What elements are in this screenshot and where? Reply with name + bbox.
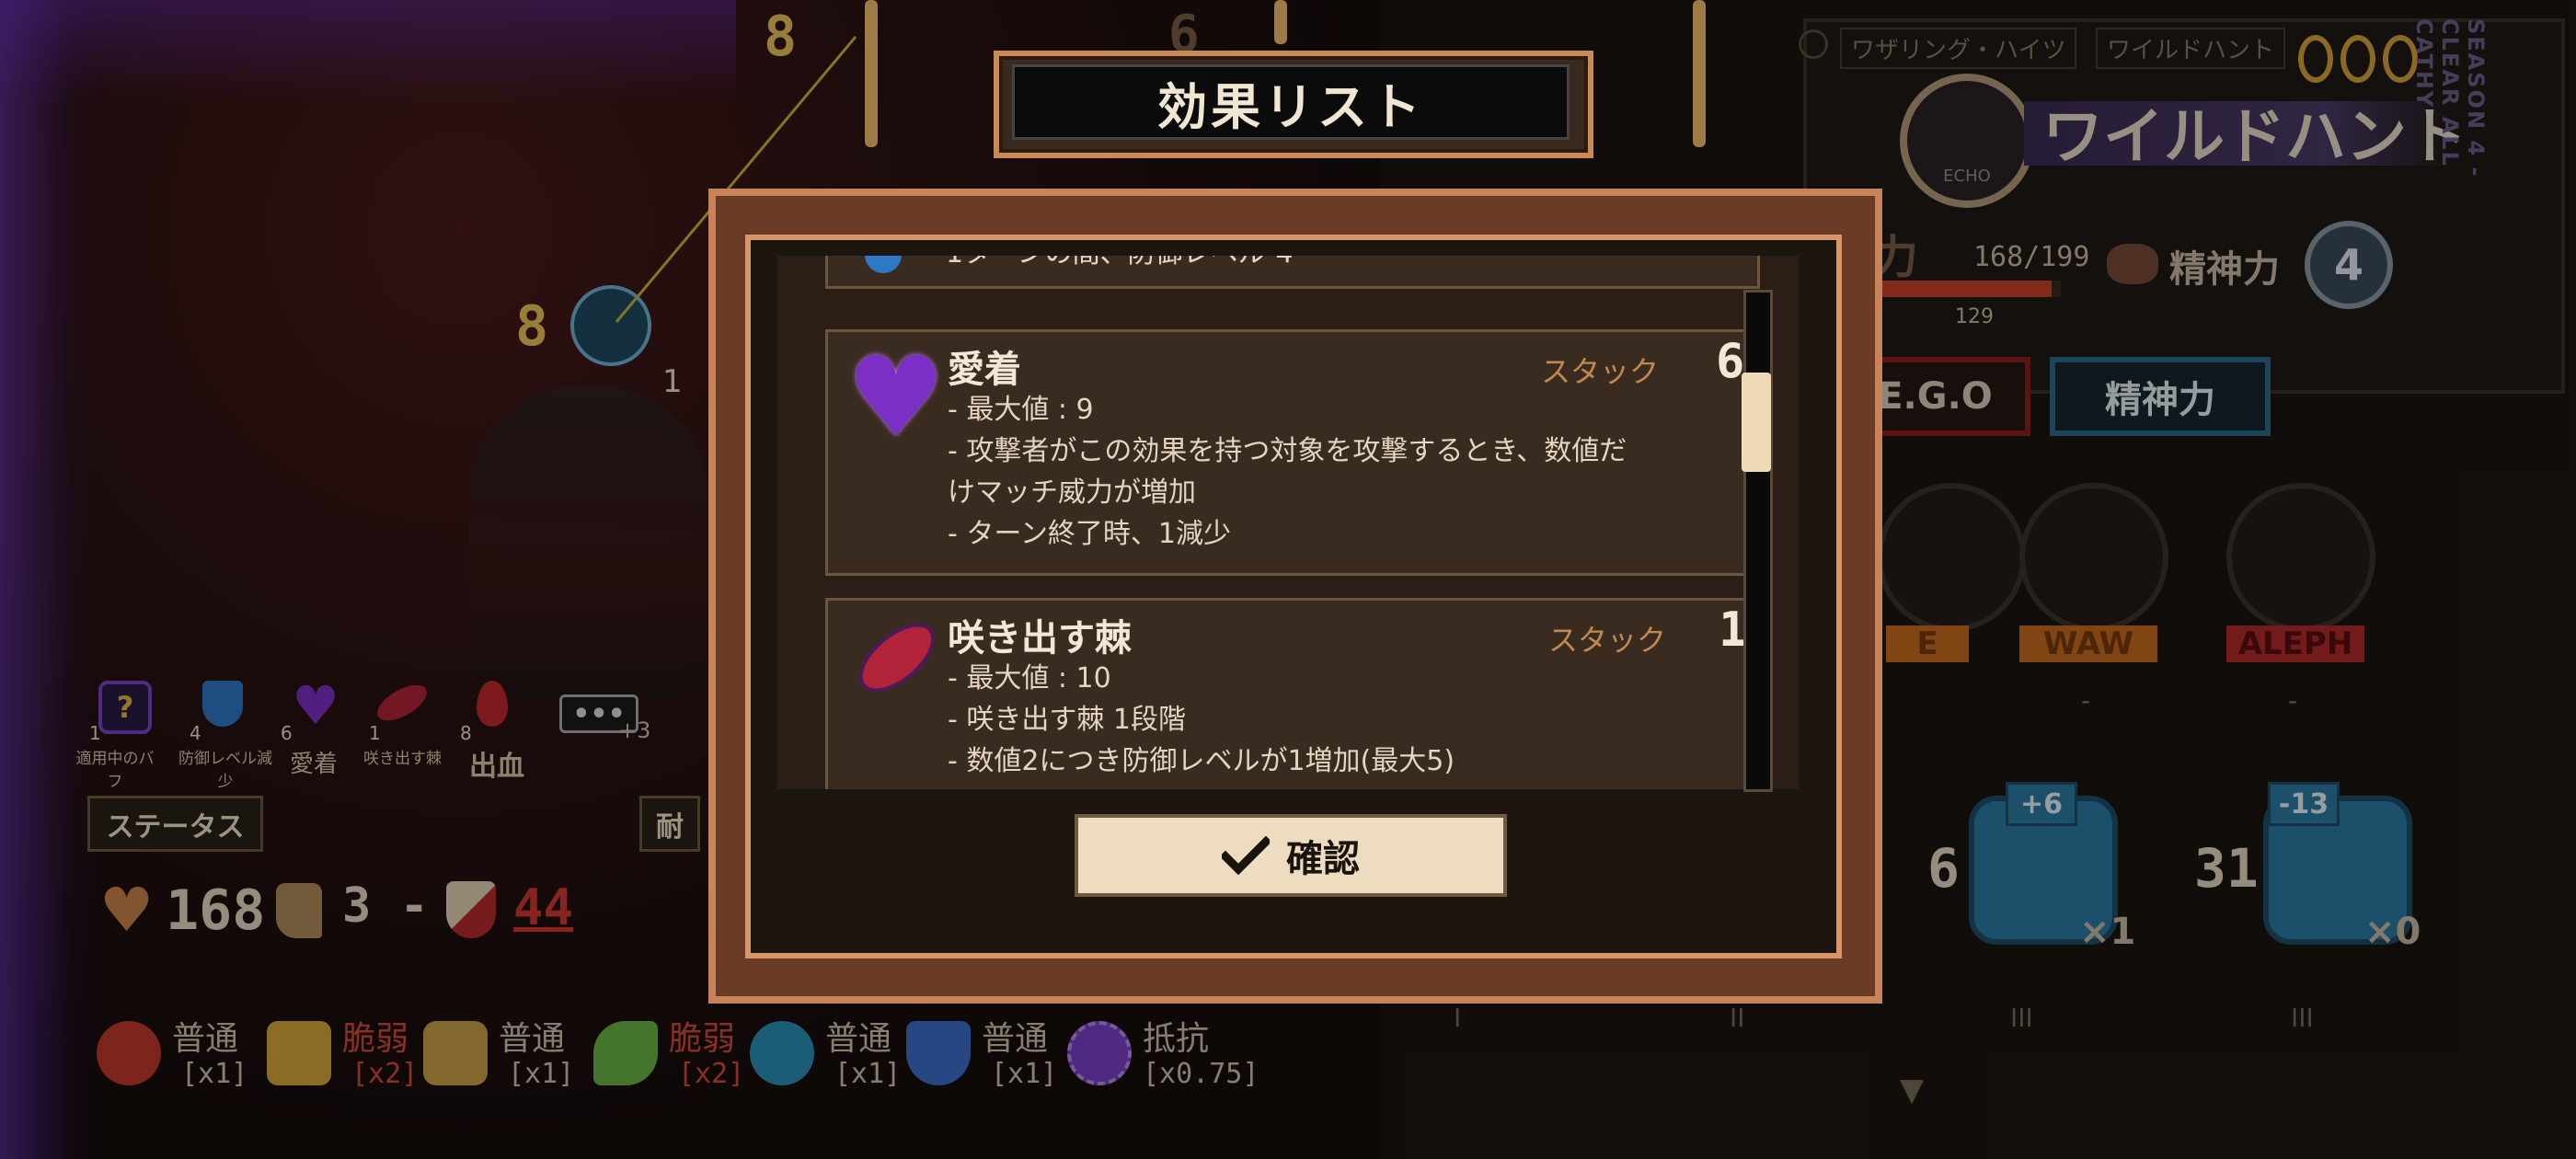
effect-line: 1ターンの間、防御レベル-4 bbox=[946, 256, 1294, 274]
effect-entry: 1ターンの間、防御レベル-4 bbox=[825, 256, 1760, 289]
scrollbar[interactable] bbox=[1743, 290, 1773, 792]
shield-down-icon bbox=[865, 256, 902, 273]
effect-name: 愛着 bbox=[948, 349, 1021, 391]
effect-line: けマッチ威力が増加 bbox=[948, 476, 1196, 509]
chain-decoration bbox=[1274, 0, 1287, 44]
modal-title-inner: 効果リスト bbox=[1012, 64, 1570, 140]
stack-label: スタック bbox=[1548, 623, 1667, 658]
purple-heart-icon: ♥ bbox=[846, 334, 946, 462]
stack-value: 6 bbox=[1716, 334, 1745, 389]
check-icon bbox=[1222, 836, 1270, 875]
effect-line: - 最大値 : 9 bbox=[948, 394, 1094, 426]
effect-line: - 最大値 : 10 bbox=[948, 662, 1111, 694]
modal-title: 効果リスト bbox=[1157, 77, 1424, 136]
effect-line: - 数値2につき防御レベルが1増加(最大5) bbox=[948, 745, 1455, 777]
confirm-button[interactable]: 確認 bbox=[1075, 814, 1507, 897]
effect-line: - 咲き出す棘 1段階 bbox=[948, 704, 1186, 736]
chain-decoration bbox=[865, 0, 878, 147]
effect-list-scroll-area[interactable]: 1ターンの間、防御レベル-4 ♥ 愛着 スタック 6 - 最大値 : 9 - 攻… bbox=[777, 256, 1799, 789]
effect-entry: 咲き出す棘 スタック 1 - 最大値 : 10 - 咲き出す棘 1段階 - 数値… bbox=[825, 598, 1760, 789]
thorn-icon bbox=[852, 615, 942, 700]
effect-line: - 攻撃者がこの効果を持つ対象を攻撃するとき、数値だ bbox=[948, 435, 1627, 467]
confirm-label: 確認 bbox=[1286, 838, 1360, 880]
scroll-thumb[interactable] bbox=[1742, 373, 1771, 472]
effect-name: 咲き出す棘 bbox=[948, 617, 1132, 660]
chain-decoration bbox=[1693, 0, 1706, 147]
effect-entry: ♥ 愛着 スタック 6 - 最大値 : 9 - 攻撃者がこの効果を持つ対象を攻撃… bbox=[825, 329, 1760, 576]
stack-label: スタック bbox=[1541, 354, 1660, 389]
effect-line: - ターン終了時、1減少 bbox=[948, 518, 1231, 550]
